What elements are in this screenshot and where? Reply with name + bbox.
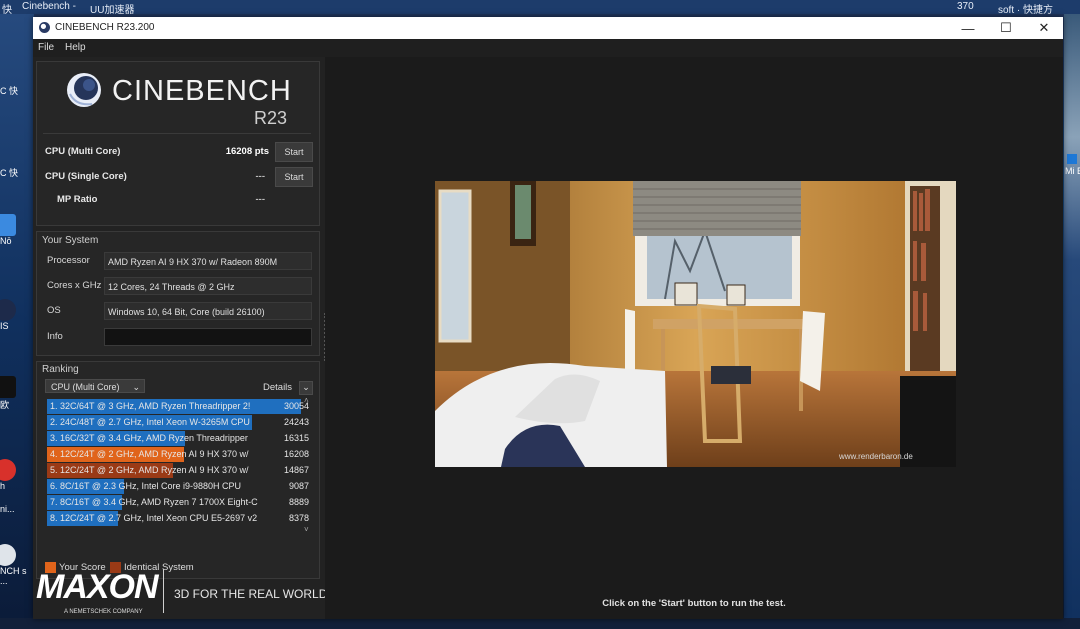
ranking-row-score: 16208 xyxy=(283,449,309,459)
menu-file[interactable]: File xyxy=(38,42,54,53)
ranking-dropdown[interactable]: CPU (Multi Core) ⌄ xyxy=(45,379,145,393)
ranking-box: Ranking CPU (Multi Core) ⌄ Details ⌄ 1. … xyxy=(36,361,320,579)
taskbar-edge xyxy=(0,618,1080,629)
menu-help[interactable]: Help xyxy=(65,42,86,53)
desktop-label: Cinebench - xyxy=(22,1,76,12)
os-label: OS xyxy=(47,305,61,316)
desktop-right-strip: Mi E xyxy=(1064,14,1080,629)
ranking-row[interactable]: 5. 12C/24T @ 2 GHz, AMD Ryzen AI 9 HX 37… xyxy=(47,463,309,478)
desktop-left-strip: C 快 C 快 Nō IS 欧 h ni... NCH s ... xyxy=(0,14,34,629)
ranking-row-label: 6. 8C/16T @ 2.3 GHz, Intel Core i9-9880H… xyxy=(50,481,242,491)
info-field[interactable] xyxy=(104,328,312,346)
processor-field: AMD Ryzen AI 9 HX 370 w/ Radeon 890M xyxy=(104,252,312,270)
ranking-row-label: 2. 24C/48T @ 2.7 GHz, Intel Xeon W-3265M… xyxy=(50,417,250,427)
ranking-row[interactable]: 7. 8C/16T @ 3.4 GHz, AMD Ryzen 7 1700X E… xyxy=(47,495,309,510)
maxon-logo: MAXON xyxy=(36,568,159,606)
desktop-label: soft · 快捷方 xyxy=(998,5,1054,16)
ranking-row[interactable]: 8. 12C/24T @ 2.7 GHz, Intel Xeon CPU E5-… xyxy=(47,511,309,526)
chevron-down-icon: ⌄ xyxy=(132,382,140,392)
maxon-subtitle: A NEMETSCHEK COMPANY xyxy=(64,609,143,615)
menu-bar: File Help xyxy=(33,39,1063,57)
details-label: Details xyxy=(263,382,293,393)
desktop-icon[interactable]: Nō xyxy=(0,214,34,246)
desktop-icon[interactable]: NCH s ... xyxy=(0,544,34,586)
scroll-up-icon[interactable]: ˄ xyxy=(304,396,309,405)
ranking-row-label: 3. 16C/32T @ 3.4 GHz, AMD Ryzen Threadri… xyxy=(50,433,248,443)
status-message: Click on the 'Start' button to run the t… xyxy=(602,598,786,609)
multi-core-score: 16208 pts xyxy=(225,146,269,157)
ranking-row-score: 14867 xyxy=(283,465,309,475)
tagline: 3D FOR THE REAL WORLD xyxy=(174,587,328,601)
ranking-row[interactable]: 1. 32C/64T @ 3 GHz, AMD Ryzen Threadripp… xyxy=(47,399,309,414)
desktop-label: UU加速器 xyxy=(90,5,135,16)
render-watermark: www.renderbaron.de xyxy=(838,452,913,461)
details-toggle-button[interactable]: ⌄ xyxy=(299,381,313,395)
start-single-button[interactable]: Start xyxy=(275,167,313,187)
your-system-box: Your System Processor AMD Ryzen AI 9 HX … xyxy=(36,231,320,356)
ranking-row-score: 8378 xyxy=(288,513,309,523)
shortcut-icon[interactable] xyxy=(1067,154,1077,164)
ranking-row[interactable]: 6. 8C/16T @ 2.3 GHz, Intel Core i9-9880H… xyxy=(47,479,309,494)
cinebench-window: CINEBENCH R23.200 — ☐ ✕ File Help CINEBE… xyxy=(33,17,1063,619)
ranking-row-score: 8889 xyxy=(288,497,309,507)
ranking-row[interactable]: 4. 12C/24T @ 2 GHz, AMD Ryzen AI 9 HX 37… xyxy=(47,447,309,462)
ranking-row-score: 30054 xyxy=(283,401,309,411)
test-label-single: CPU (Single Core) xyxy=(45,171,127,182)
desktop-icon[interactable]: IS xyxy=(0,299,34,331)
brand-title: CINEBENCH xyxy=(112,75,292,107)
title-bar[interactable]: CINEBENCH R23.200 — ☐ ✕ xyxy=(33,17,1063,39)
desktop-label: 370 xyxy=(957,1,974,12)
cinebench-app-icon xyxy=(39,22,50,33)
left-panel: CINEBENCH R23 CPU (Multi Core) 16208 pts… xyxy=(33,57,327,619)
benchmark-box: CINEBENCH R23 CPU (Multi Core) 16208 pts… xyxy=(36,61,320,226)
ranking-row-label: 5. 12C/24T @ 2 GHz, AMD Ryzen AI 9 HX 37… xyxy=(50,465,249,475)
desktop-top-strip: 快 Cinebench - UU加速器 370 soft · 快捷方 xyxy=(0,0,1080,16)
render-preview-image: www.renderbaron.de xyxy=(435,181,956,467)
footer-divider xyxy=(163,569,164,613)
ranking-row-label: 7. 8C/16T @ 3.4 GHz, AMD Ryzen 7 1700X E… xyxy=(50,497,258,507)
single-core-score: --- xyxy=(255,171,266,182)
processor-label: Processor xyxy=(47,255,90,266)
ranking-row-label: 1. 32C/64T @ 3 GHz, AMD Ryzen Threadripp… xyxy=(50,401,251,411)
desktop-label: Mi E xyxy=(1065,166,1080,176)
cores-label: Cores x GHz xyxy=(47,280,102,291)
footer-brand: MAXON A NEMETSCHEK COMPANY 3D FOR THE RE… xyxy=(36,567,327,617)
desktop-icon[interactable]: h xyxy=(0,459,34,491)
cinebench-logo-icon xyxy=(67,73,101,107)
ranking-title: Ranking xyxy=(42,364,79,375)
your-system-title: Your System xyxy=(42,235,99,246)
close-button[interactable]: ✕ xyxy=(1025,17,1063,39)
render-viewport: www.renderbaron.de Click on the 'Start' … xyxy=(325,57,1063,619)
ranking-row-score: 9087 xyxy=(288,481,309,491)
desktop-icon[interactable]: ni... xyxy=(0,504,34,514)
desktop-icon[interactable]: C 快 xyxy=(0,166,34,179)
cores-field: 12 Cores, 24 Threads @ 2 GHz xyxy=(104,277,312,295)
maximize-button[interactable]: ☐ xyxy=(987,17,1025,39)
ranking-row-score: 16315 xyxy=(283,433,309,443)
ranking-list: 1. 32C/64T @ 3 GHz, AMD Ryzen Threadripp… xyxy=(37,399,309,534)
os-field: Windows 10, 64 Bit, Core (build 26100) xyxy=(104,302,312,320)
start-multi-button[interactable]: Start xyxy=(275,142,313,162)
version-label: R23 xyxy=(254,108,288,128)
mp-ratio-label: MP Ratio xyxy=(57,194,98,205)
ranking-row[interactable]: 2. 24C/48T @ 2.7 GHz, Intel Xeon W-3265M… xyxy=(47,415,309,430)
test-label-multi: CPU (Multi Core) xyxy=(45,146,121,157)
mp-ratio-value: --- xyxy=(255,194,266,205)
window-title: CINEBENCH R23.200 xyxy=(55,22,155,33)
ranking-row-score: 24243 xyxy=(283,417,309,427)
desktop-icon[interactable]: 欧 xyxy=(0,376,34,411)
scroll-down-icon[interactable]: ˅ xyxy=(304,525,309,534)
info-label: Info xyxy=(47,331,63,342)
ranking-row-label: 4. 12C/24T @ 2 GHz, AMD Ryzen AI 9 HX 37… xyxy=(50,449,249,459)
ranking-row[interactable]: 3. 16C/32T @ 3.4 GHz, AMD Ryzen Threadri… xyxy=(47,431,309,446)
minimize-button[interactable]: — xyxy=(949,17,987,39)
desktop-icon[interactable]: C 快 xyxy=(0,84,34,97)
divider xyxy=(43,133,311,134)
ranking-row-label: 8. 12C/24T @ 2.7 GHz, Intel Xeon CPU E5-… xyxy=(50,513,258,523)
